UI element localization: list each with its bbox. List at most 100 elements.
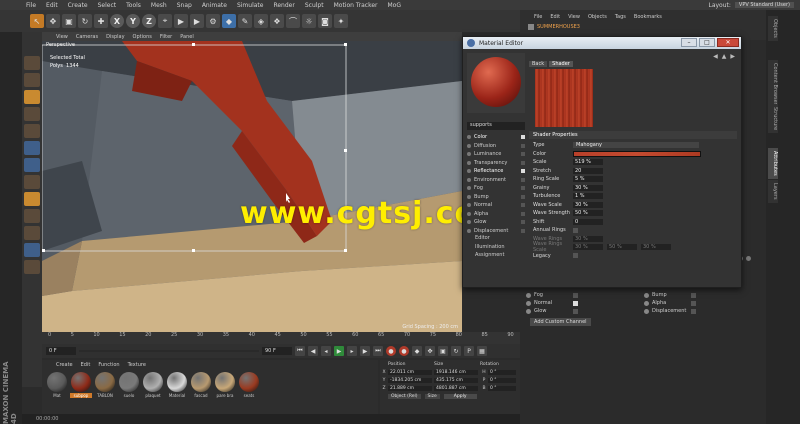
shader-tab[interactable]: Shader [549, 61, 573, 67]
menu-item[interactable]: Create [68, 2, 88, 9]
object-menu-item[interactable]: Edit [550, 14, 560, 20]
right-tab[interactable]: Structure [768, 104, 778, 134]
channel-checkbox[interactable] [521, 228, 525, 233]
axis-mode-icon[interactable] [24, 175, 40, 189]
rotation-field[interactable]: 0 ° [488, 369, 516, 375]
material-menu-item[interactable]: Texture [128, 362, 146, 368]
material-section-item[interactable]: Assignment [467, 252, 525, 261]
polygons-mode-icon[interactable] [24, 158, 40, 172]
material-preview[interactable] [467, 53, 525, 113]
menu-item[interactable]: Mesh [151, 2, 167, 9]
prev-frame-icon[interactable]: ◂ [321, 346, 331, 356]
current-frame-field[interactable]: 0 F [46, 347, 76, 355]
viewport-menu-item[interactable]: Cameras [76, 34, 98, 40]
property-value-field[interactable]: 30 % [573, 184, 603, 191]
material-channel-item[interactable]: Color [467, 133, 525, 142]
rotation-field[interactable]: 0 ° [488, 385, 516, 391]
property-value-field[interactable]: 519 % [573, 159, 603, 166]
channel-checkbox[interactable] [521, 160, 525, 165]
menu-item[interactable]: Render [273, 2, 294, 9]
material-channel-item[interactable]: Reflectance [467, 167, 525, 176]
material-swatch[interactable]: pare bra [214, 372, 236, 398]
material-swatch[interactable]: seats [238, 372, 260, 398]
go-to-start-icon[interactable]: ⏮ [295, 346, 305, 356]
wave-rings-scale-z[interactable]: 30 % [641, 244, 671, 251]
property-value-field[interactable]: 5 % [573, 176, 603, 183]
channel-checkbox[interactable] [521, 177, 525, 182]
timeline-ruler[interactable]: 0 5 10 15 20 25 30 35 40 45 50 55 60 65 70 75 80 85 90 [42, 332, 520, 344]
material-channel-item[interactable]: Displacement [467, 227, 525, 236]
apply-button[interactable]: Apply [443, 394, 477, 399]
channel-checkbox[interactable] [521, 135, 525, 140]
shift-field[interactable]: 0 [573, 218, 603, 225]
position-field[interactable]: 21.889 cm [388, 385, 432, 391]
minimize-icon[interactable]: – [681, 38, 697, 47]
channel-checkbox[interactable] [521, 211, 525, 216]
material-swatch[interactable]: subpop [70, 372, 92, 398]
move-tool-icon[interactable]: ↖ [30, 14, 44, 28]
make-editable-icon[interactable] [24, 56, 40, 70]
channel-checkbox[interactable] [521, 220, 525, 225]
material-swatch[interactable]: Material [166, 372, 188, 398]
menu-item[interactable]: Simulate [237, 2, 264, 9]
tweak-mode-icon[interactable] [24, 192, 40, 206]
nav-dot-icon[interactable] [746, 256, 751, 261]
x-axis-button[interactable]: X [110, 14, 124, 28]
annual-rings-checkbox[interactable] [573, 227, 578, 233]
channel-checkbox[interactable] [521, 169, 525, 174]
material-channel-item[interactable]: Environment [467, 176, 525, 185]
coordinate-system-icon[interactable]: ⌖ [158, 14, 172, 28]
channel-checkbox[interactable] [521, 152, 525, 157]
coord-size-dropdown[interactable]: Size [424, 394, 440, 399]
z-axis-button[interactable]: Z [142, 14, 156, 28]
maximize-icon[interactable]: □ [699, 38, 715, 47]
material-swatch[interactable]: fascad [190, 372, 212, 398]
channel-checkbox[interactable] [521, 143, 525, 148]
property-value-field[interactable]: 1 % [573, 193, 603, 200]
position-key-icon[interactable]: ✥ [425, 346, 435, 356]
material-swatch[interactable]: TABLON [94, 372, 116, 398]
channel-checkbox[interactable] [691, 292, 696, 298]
cube-icon[interactable]: ◆ [222, 14, 236, 28]
scale-icon[interactable]: ▣ [62, 14, 76, 28]
recent-tool-icon[interactable]: ✚ [94, 14, 108, 28]
size-field[interactable]: 1918.146 cm [434, 369, 478, 375]
channel-checkbox[interactable] [573, 308, 578, 314]
material-channel-item[interactable]: Luminance [467, 150, 525, 159]
go-to-end-icon[interactable]: ⏭ [373, 346, 383, 356]
camera-icon[interactable]: ◙ [318, 14, 332, 28]
viewport-menu-item[interactable]: Filter [160, 34, 172, 40]
viewport-menu-item[interactable]: Options [133, 34, 152, 40]
render-picture-viewer-icon[interactable]: ▶ [190, 14, 204, 28]
channel-checkbox[interactable] [521, 194, 525, 199]
right-tab[interactable]: Layers [768, 180, 778, 203]
channel-checkbox[interactable] [573, 300, 578, 306]
pen-icon[interactable]: ✎ [238, 14, 252, 28]
channel-toggle[interactable]: Bump [644, 292, 762, 298]
points-mode-icon[interactable] [24, 124, 40, 138]
material-section-item[interactable]: Editor [467, 235, 525, 244]
back-tab[interactable]: Back [529, 61, 548, 67]
coord-mode-dropdown[interactable]: Object (Rel) [388, 394, 421, 399]
light-icon[interactable]: ✦ [334, 14, 348, 28]
material-channel-item[interactable]: Bump [467, 193, 525, 202]
parameter-key-icon[interactable]: P [464, 346, 474, 356]
material-channel-item[interactable]: Transparency [467, 159, 525, 168]
size-field[interactable]: 435.175 cm [434, 377, 478, 383]
channel-checkbox[interactable] [521, 186, 525, 191]
workplane-icon[interactable] [24, 107, 40, 121]
back-arrow-icon[interactable]: ◀ [713, 53, 718, 60]
lock-workplane-icon[interactable] [24, 243, 40, 257]
material-channel-item[interactable]: Alpha [467, 210, 525, 219]
move-icon[interactable]: ✥ [46, 14, 60, 28]
menu-item[interactable]: File [26, 2, 36, 9]
scale-key-icon[interactable]: ▣ [438, 346, 448, 356]
forward-arrow-icon[interactable]: ▶ [730, 53, 735, 60]
rotate-icon[interactable]: ↻ [78, 14, 92, 28]
channel-checkbox[interactable] [521, 203, 525, 208]
rotation-field[interactable]: 0 ° [488, 377, 516, 383]
menu-item[interactable]: Edit [46, 2, 58, 9]
right-tab[interactable]: Attributes [768, 148, 778, 179]
object-menu-item[interactable]: Tags [615, 14, 626, 20]
play-icon[interactable]: ▶ [334, 346, 344, 356]
